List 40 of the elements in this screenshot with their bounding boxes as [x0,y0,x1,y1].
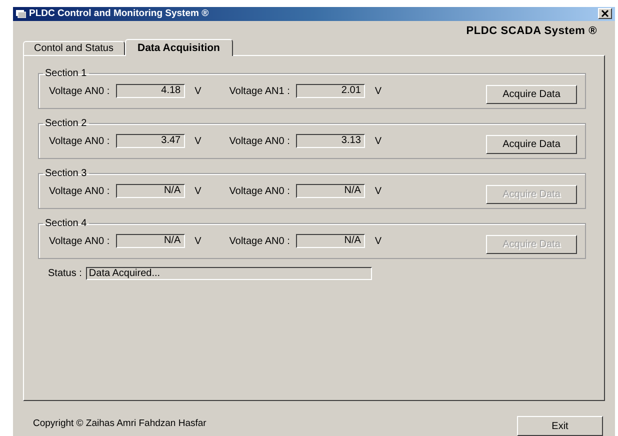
voltage-field: 2.01 [296,84,365,98]
unit-label: V [374,186,382,197]
voltage-field: N/A [116,234,185,248]
section-title: Section 1 [44,68,88,79]
voltage-field: N/A [116,184,185,198]
window-title: PLDC Control and Monitoring System ® [29,8,209,20]
unit-label: V [194,236,202,247]
voltage-field: 4.18 [116,84,185,98]
unit-label: V [194,86,202,97]
status-label: Status : [48,268,82,279]
close-button[interactable] [598,8,612,20]
tab[interactable]: Data Acquisition [124,38,233,56]
unit-label: V [194,136,202,147]
unit-label: V [374,236,382,247]
voltage-label: Voltage AN0 : [229,236,290,247]
acquire-button[interactable]: Acquire Data [486,134,577,154]
voltage-label: Voltage AN0 : [229,136,290,147]
copyright-text: Copyright © Zaihas Amri Fahdzan Hasfar [33,418,206,429]
voltage-label: Voltage AN0 : [49,86,110,97]
voltage-field: N/A [296,234,365,248]
voltage-field: 3.47 [116,134,185,148]
unit-label: V [374,86,382,97]
section-title: Section 2 [44,118,88,129]
voltage-field: 3.13 [296,134,365,148]
acquire-button[interactable]: Acquire Data [486,84,577,104]
voltage-label: Voltage AN0 : [49,186,110,197]
app-icon [16,9,26,18]
tab[interactable]: Contol and Status [23,40,124,55]
unit-label: V [374,136,382,147]
section-title: Section 4 [44,218,88,229]
unit-label: V [194,186,202,197]
system-heading: PLDC SCADA System ® [466,24,597,38]
voltage-label: Voltage AN0 : [49,236,110,247]
voltage-label: Voltage AN0 : [229,186,290,197]
exit-button[interactable]: Exit [517,416,603,436]
status-field: Data Acquired... [86,266,372,280]
voltage-field: N/A [296,184,365,198]
voltage-label: Voltage AN1 : [229,86,290,97]
section-title: Section 3 [44,168,88,179]
voltage-label: Voltage AN0 : [49,136,110,147]
